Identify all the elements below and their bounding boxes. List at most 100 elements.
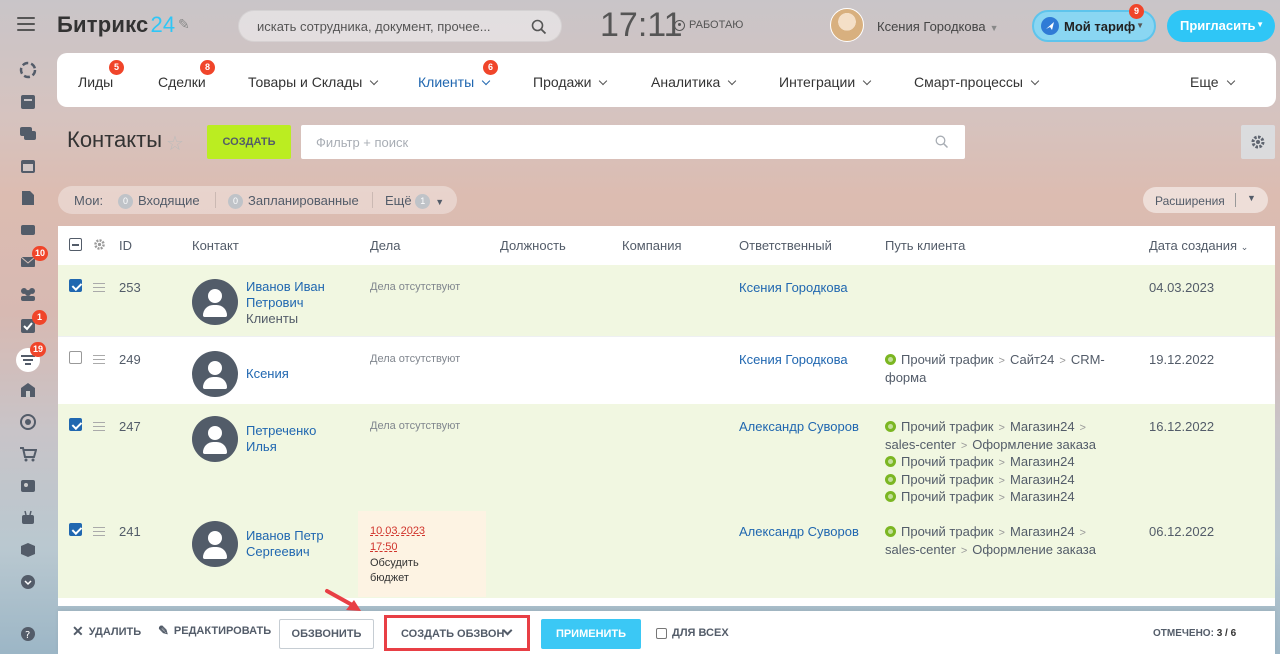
tab-smart-processes[interactable]: Смарт-процессы [914,74,1040,90]
responsible-link[interactable]: Ксения Городкова [739,280,848,295]
star-icon[interactable]: ☆ [166,131,184,156]
rocket-icon [1041,17,1059,35]
select-all-checkbox[interactable] [69,238,82,251]
call-button[interactable]: ОБЗВОНИТЬ [279,619,374,649]
drag-handle-icon[interactable] [93,355,105,364]
col-company[interactable]: Компания [622,238,682,253]
user-menu[interactable]: Ксения Городкова ▼ [877,19,999,34]
calendar-icon[interactable] [18,156,38,176]
tab-deals[interactable]: Сделки 8 [158,60,215,90]
for-all-checkbox[interactable]: ДЛЯ ВСЕХ [656,627,729,639]
chat-icon[interactable] [18,124,38,144]
create-button[interactable]: СОЗДАТЬ [207,125,291,159]
deals-empty: Дела отсутствуют [370,281,461,293]
filter-search-input[interactable]: Фильтр + поиск [301,125,965,159]
responsible-link[interactable]: Ксения Городкова [739,352,848,367]
document-icon[interactable] [18,188,38,208]
col-path[interactable]: Путь клиента [885,238,965,253]
chevron-down-icon: ▼ [1256,20,1264,29]
work-status[interactable]: РАБОТАЮ [674,19,743,31]
tab-clients[interactable]: Клиенты 6 [418,60,498,90]
contact-name[interactable]: Иванов Петр Сергеевич [246,528,324,560]
box-icon[interactable] [18,540,38,560]
drag-handle-icon[interactable] [93,283,105,292]
col-id[interactable]: ID [119,238,132,253]
avatar[interactable] [192,416,238,462]
row-checkbox[interactable] [69,351,82,364]
counter-more[interactable]: Ещё 1 ▼ [385,193,444,209]
traffic-icon [885,491,896,502]
store-icon[interactable] [18,380,38,400]
table-row[interactable]: 241 Иванов Петр Сергеевич Александр Сувор… [58,509,1275,598]
chevron-down-icon [1030,76,1040,86]
crm-icon[interactable]: 19 [16,342,47,372]
cart-icon[interactable] [18,444,38,464]
avatar[interactable] [192,351,238,397]
contact-card-icon[interactable] [18,476,38,496]
activity-subject: Обсудить бюджет [370,557,419,584]
created-date: 19.12.2022 [1149,352,1215,367]
drive-icon[interactable] [18,220,38,240]
chevron-down-icon [728,76,737,86]
col-created[interactable]: Дата создания ⌄ [1149,238,1248,253]
col-deals[interactable]: Дела [370,238,400,253]
avatar[interactable] [192,279,238,325]
contact-name[interactable]: Петреченко Илья [246,423,316,455]
col-contact[interactable]: Контакт [192,238,239,253]
stream-icon[interactable] [18,60,38,80]
settings-button[interactable] [1241,125,1275,159]
col-responsible[interactable]: Ответственный [739,238,832,253]
invite-button[interactable]: Пригласить ▼ [1167,10,1275,42]
client-path: Прочий трафик > Магазин24 > sales-center > Оф… [885,419,1096,504]
tab-analytics[interactable]: Аналитика [651,74,737,90]
logo[interactable]: Битрикс24 [57,12,175,38]
apply-button[interactable]: ПРИМЕНИТЬ [541,619,641,649]
contact-name[interactable]: Иванов Иван Петрович Клиенты [246,279,325,327]
record-icon [674,19,685,31]
chevron-down-icon: ⌄ [1240,242,1249,252]
clock[interactable]: 17:11 [600,6,683,45]
gear-icon[interactable] [93,238,106,251]
filter-placeholder: Фильтр + поиск [316,135,409,150]
contact-name[interactable]: Ксения [246,366,289,382]
tab-integrations[interactable]: Интеграции [779,74,872,90]
tab-more[interactable]: Еще [1190,74,1235,90]
tariff-button[interactable]: Мой тариф ▼ 9 [1032,4,1156,42]
responsible-link[interactable]: Александр Суворов [739,419,859,434]
activity-card[interactable]: 10.03.2023 17:50 Обсудить бюджет [358,511,486,597]
drag-handle-icon[interactable] [93,422,105,431]
menu-icon[interactable] [17,17,35,31]
delete-button[interactable]: ✕ УДАЛИТЬ [72,623,141,640]
user-avatar[interactable] [830,8,864,42]
tab-leads[interactable]: Лиды 5 [78,60,124,90]
robot-icon[interactable] [18,508,38,528]
target-icon[interactable] [18,412,38,432]
help-icon[interactable]: ? [18,624,38,644]
table-row[interactable]: 249 Ксения Дела отсутствуют Ксения Город… [58,336,1275,404]
tab-products[interactable]: Товары и Склады [248,74,379,90]
edit-logo-icon[interactable]: ✎ [178,16,190,33]
tab-sales[interactable]: Продажи [533,74,608,90]
table-row[interactable]: 247 Петреченко Илья Дела отсутствуют Алек… [58,404,1275,509]
counter-incoming[interactable]: 0 Входящие [118,193,200,209]
mail-icon[interactable]: 10 [18,246,49,272]
edit-button[interactable]: ✎ РЕДАКТИРОВАТЬ [158,623,271,639]
row-checkbox[interactable] [69,523,82,536]
row-checkbox[interactable] [69,279,82,292]
employees-icon[interactable] [18,284,38,304]
table-row[interactable]: 253 Иванов Иван Петрович Клиенты Дела отсу… [58,265,1275,336]
global-search-input[interactable]: искать сотрудника, документ, прочее... [238,10,562,42]
avatar[interactable] [192,521,238,567]
more-icon[interactable] [18,572,38,592]
deals-empty: Дела отсутствуют [370,353,461,365]
row-checkbox[interactable] [69,418,82,431]
activity-deadline[interactable]: 10.03.2023 17:50 [370,523,425,555]
counter-planned[interactable]: 0 Запланированные [228,193,359,209]
create-call-list-button[interactable]: СОЗДАТЬ ОБЗВОН [384,615,530,651]
col-position[interactable]: Должность [500,238,566,253]
drag-handle-icon[interactable] [93,527,105,536]
responsible-link[interactable]: Александр Суворов [739,524,859,539]
news-icon[interactable] [18,92,38,112]
tasks-icon[interactable]: 1 [18,310,47,336]
extensions-button[interactable]: Расширения ▼ [1143,187,1268,213]
